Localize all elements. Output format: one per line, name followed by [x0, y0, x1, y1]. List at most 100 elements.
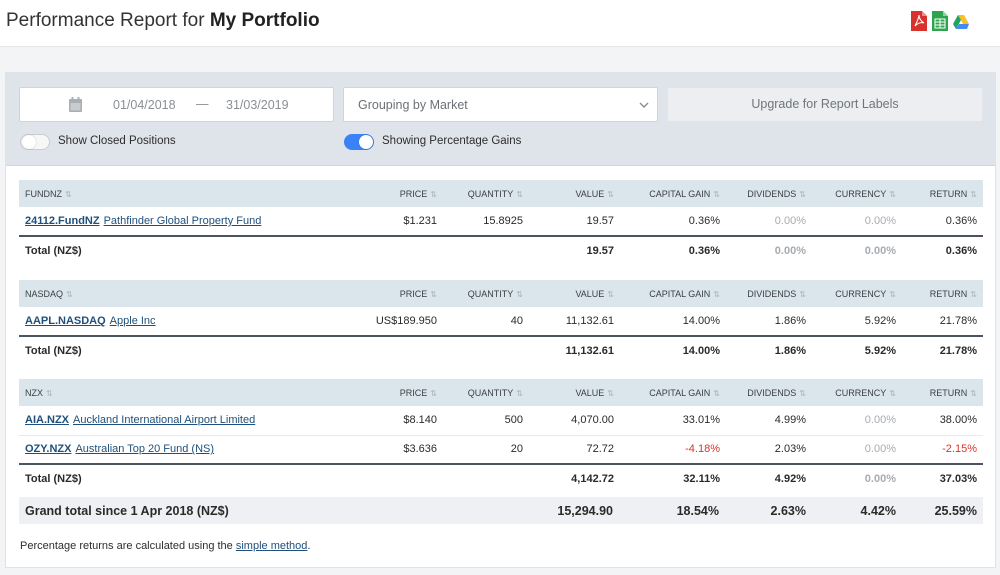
market-header[interactable]: NASDAQ ⇅: [19, 280, 363, 307]
total-value: 11,132.61: [529, 335, 620, 364]
report-card: 01/04/2018 — 31/03/2019 Grouping by Mark…: [5, 72, 996, 568]
price-header[interactable]: PRICE ⇅: [363, 180, 443, 207]
table-row: 24112.FundNZ Pathfinder Global Property F…: [19, 207, 983, 237]
quantity-header[interactable]: QUANTITY ⇅: [443, 180, 529, 207]
total-value: 19.57: [529, 235, 620, 264]
holding-name-link[interactable]: Auckland International Airport Limited: [73, 414, 255, 426]
end-date[interactable]: 31/03/2019: [226, 98, 289, 112]
total-currency: 0.00%: [812, 235, 902, 264]
total-dividends: 1.86%: [726, 335, 812, 364]
dividends-cell: 2.03%: [726, 435, 812, 465]
quantity-header[interactable]: QUANTITY ⇅: [443, 280, 529, 307]
grouping-value: Grouping by Market: [358, 98, 468, 112]
date-separator: —: [196, 97, 209, 111]
dividends-cell: 0.00%: [726, 207, 812, 237]
total-return: 37.03%: [902, 463, 983, 492]
capital-gain-cell: 14.00%: [620, 307, 726, 337]
total-capital-gain: 0.36%: [620, 235, 726, 264]
holding-name-link[interactable]: Australian Top 20 Fund (NS): [75, 443, 214, 455]
value-header[interactable]: VALUE ⇅: [529, 379, 620, 406]
holding-name-link[interactable]: Pathfinder Global Property Fund: [104, 215, 262, 227]
holding-code-link[interactable]: AIA.NZX: [25, 414, 69, 426]
date-range-picker[interactable]: 01/04/2018 — 31/03/2019: [19, 87, 334, 122]
capital-gain-cell: -4.18%: [620, 435, 726, 465]
return-header[interactable]: RETURN ⇅: [902, 280, 983, 307]
return-cell: -2.15%: [902, 435, 983, 465]
total-return: 21.78%: [902, 335, 983, 364]
grand-total-row: Grand total since 1 Apr 2018 (NZ$) 15,29…: [19, 497, 983, 524]
footnote: Percentage returns are calculated using …: [20, 540, 310, 552]
percentage-gains-label: Showing Percentage Gains: [382, 135, 522, 147]
holding-code-link[interactable]: AAPL.NASDAQ: [25, 315, 106, 327]
title-prefix: Performance Report for: [6, 10, 210, 31]
market-header[interactable]: NZX ⇅: [19, 379, 363, 406]
grand-total-currency: 4.42%: [860, 504, 896, 518]
dividends-header[interactable]: DIVIDENDS ⇅: [726, 180, 812, 207]
grouping-select[interactable]: Grouping by Market: [343, 87, 658, 122]
return-cell: 21.78%: [902, 307, 983, 337]
price-header[interactable]: PRICE ⇅: [363, 280, 443, 307]
calendar-icon: [69, 97, 82, 112]
toggle-knob: [22, 135, 36, 149]
currency-cell: 0.00%: [812, 207, 902, 237]
table-row: AAPL.NASDAQ Apple Inc US$189.950 40 11,13…: [19, 307, 983, 337]
dividends-cell: 1.86%: [726, 307, 812, 337]
return-header[interactable]: RETURN ⇅: [902, 180, 983, 207]
pdf-icon[interactable]: [910, 10, 928, 32]
capital-gain-header[interactable]: CAPITAL GAIN ⇅: [620, 180, 726, 207]
value-header[interactable]: VALUE ⇅: [529, 280, 620, 307]
page-title: Performance Report for My Portfolio: [6, 10, 320, 32]
currency-header[interactable]: CURRENCY ⇅: [812, 280, 902, 307]
show-closed-toggle[interactable]: [20, 134, 50, 150]
footnote-text: Percentage returns are calculated using …: [20, 540, 236, 552]
value-cell: 4,070.00: [529, 406, 620, 436]
table-header: NZX ⇅ PRICE ⇅ QUANTITY ⇅ VALUE ⇅ CAPITAL GAI…: [19, 379, 983, 406]
total-dividends: 0.00%: [726, 235, 812, 264]
dividends-header[interactable]: DIVIDENDS ⇅: [726, 379, 812, 406]
quantity-cell: 20: [443, 435, 529, 465]
grand-total-capital-gain: 18.54%: [676, 504, 719, 518]
total-row: Total (NZ$) 11,132.61 14.00% 1.86% 5.92%…: [19, 335, 983, 364]
market-header[interactable]: FUNDNZ ⇅: [19, 180, 363, 207]
total-value: 4,142.72: [529, 463, 620, 492]
value-cell: 11,132.61: [529, 307, 620, 337]
capital-gain-cell: 0.36%: [620, 207, 726, 237]
grand-total-value: 15,294.90: [557, 504, 613, 518]
show-closed-label: Show Closed Positions: [58, 135, 176, 147]
group-table-nasdaq: NASDAQ ⇅ PRICE ⇅ QUANTITY ⇅ VALUE ⇅ CAPITAL …: [19, 280, 983, 364]
start-date[interactable]: 01/04/2018: [113, 98, 176, 112]
return-header[interactable]: RETURN ⇅: [902, 379, 983, 406]
chevron-down-icon: [639, 102, 649, 108]
return-cell: 0.36%: [902, 207, 983, 237]
currency-cell: 0.00%: [812, 406, 902, 436]
currency-header[interactable]: CURRENCY ⇅: [812, 379, 902, 406]
table-row: AIA.NZX Auckland International Airport Li…: [19, 406, 983, 436]
quantity-header[interactable]: QUANTITY ⇅: [443, 379, 529, 406]
percentage-gains-toggle[interactable]: [344, 134, 374, 150]
simple-method-link[interactable]: simple method: [236, 540, 308, 552]
total-capital-gain: 14.00%: [620, 335, 726, 364]
value-header[interactable]: VALUE ⇅: [529, 180, 620, 207]
holding-name-link[interactable]: Apple Inc: [110, 315, 156, 327]
dividends-header[interactable]: DIVIDENDS ⇅: [726, 280, 812, 307]
grand-total-label: Grand total since 1 Apr 2018 (NZ$): [25, 504, 229, 518]
google-drive-icon[interactable]: [952, 10, 970, 32]
holding-code-link[interactable]: 24112.FundNZ: [25, 215, 100, 227]
dividends-cell: 4.99%: [726, 406, 812, 436]
return-cell: 38.00%: [902, 406, 983, 436]
price-header[interactable]: PRICE ⇅: [363, 379, 443, 406]
upgrade-report-labels-button[interactable]: Upgrade for Report Labels: [667, 87, 983, 122]
spreadsheet-icon[interactable]: [931, 10, 949, 32]
group-table-fundnz: FUNDNZ ⇅ PRICE ⇅ QUANTITY ⇅ VALUE ⇅ CAPITAL …: [19, 180, 983, 264]
quantity-cell: 500: [443, 406, 529, 436]
table-header: FUNDNZ ⇅ PRICE ⇅ QUANTITY ⇅ VALUE ⇅ CAPITAL …: [19, 180, 983, 207]
currency-header[interactable]: CURRENCY ⇅: [812, 180, 902, 207]
capital-gain-header[interactable]: CAPITAL GAIN ⇅: [620, 379, 726, 406]
grand-total-return: 25.59%: [934, 504, 977, 518]
price-cell: US$189.950: [363, 307, 443, 337]
quantity-cell: 40: [443, 307, 529, 337]
holding-code-link[interactable]: OZY.NZX: [25, 443, 71, 455]
total-label: Total (NZ$): [19, 235, 363, 264]
capital-gain-header[interactable]: CAPITAL GAIN ⇅: [620, 280, 726, 307]
price-cell: $1.231: [363, 207, 443, 237]
